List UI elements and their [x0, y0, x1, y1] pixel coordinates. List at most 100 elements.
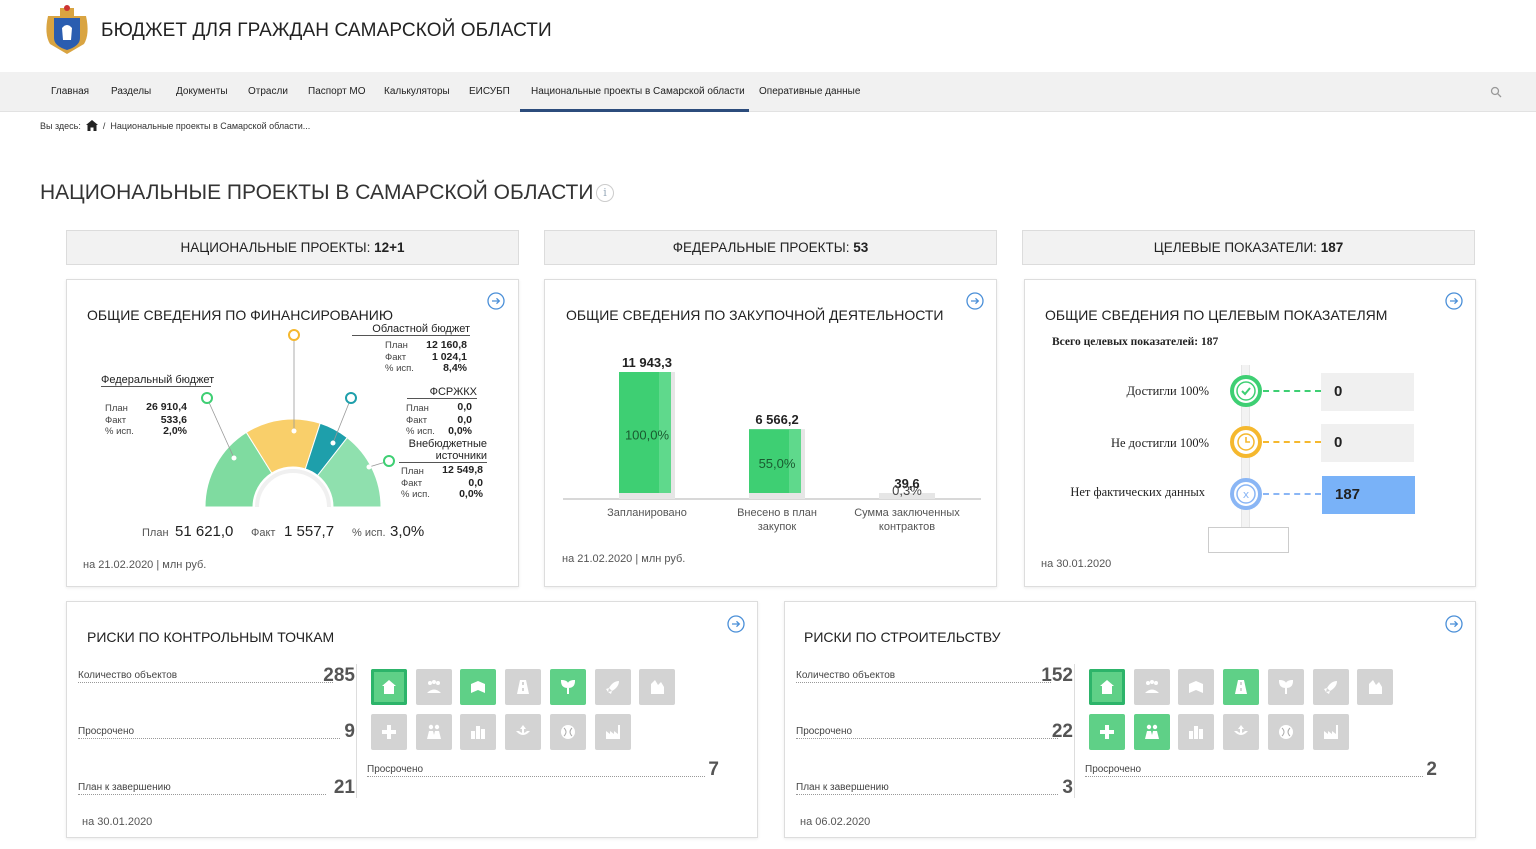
target-label-reached: Достигли 100%	[1126, 384, 1210, 398]
extra-pct: 0,0%	[459, 488, 483, 500]
procurement-card: ОБЩИЕ СВЕДЕНИЯ ПО ЗАКУПОЧНОЙ ДЕЯТЕЛЬНОСТ…	[544, 279, 997, 587]
home-icon	[382, 680, 396, 694]
build-category-industry-button[interactable]	[1312, 713, 1349, 750]
extra-name: Внебюджетные источники	[399, 438, 487, 463]
risks-control-points-card: РИСКИ ПО КОНТРОЛЬНЫМ ТОЧКАМ Количество о…	[66, 601, 758, 838]
cp-category-people-button[interactable]	[415, 669, 452, 705]
arrow-right-circle-icon[interactable]	[1445, 292, 1463, 310]
targets-card: ОБЩИЕ СВЕДЕНИЯ ПО ЦЕЛЕВЫМ ПОКАЗАТЕЛЯМ Вс…	[1024, 279, 1476, 587]
leader-marker-federal[interactable]	[201, 392, 213, 404]
leader-dot	[366, 464, 372, 470]
target-value-box[interactable]: 187	[1322, 476, 1415, 514]
risks-build-count-label: Количество объектов	[796, 670, 896, 681]
cp-category-globe-button[interactable]	[549, 713, 586, 750]
risks-build-plan-label: План к завершению	[796, 782, 889, 793]
federal-plan: 26 910,4	[146, 401, 187, 413]
export-icon	[516, 724, 531, 735]
globe-icon	[560, 724, 575, 739]
stat-label: ФЕДЕРАЛЬНЫЕ ПРОЕКТЫ:	[672, 240, 850, 255]
nav-item-calculators[interactable]: Калькуляторы	[384, 72, 450, 112]
industry-icon	[605, 724, 620, 739]
cp-category-industry-button[interactable]	[594, 713, 631, 750]
stat-federal-projects[interactable]: ФЕДЕРАЛЬНЫЕ ПРОЕКТЫ: 53	[544, 230, 997, 265]
cp-category-rocket-button[interactable]	[594, 669, 631, 705]
nav-item-national-projects[interactable]: Национальные проекты в Самарской области	[531, 72, 745, 112]
stat-label: НАЦИОНАЛЬНЫЕ ПРОЕКТЫ:	[180, 240, 371, 255]
arrow-right-circle-icon[interactable]	[727, 615, 745, 633]
bar-category-label: Внесено в план	[737, 507, 817, 519]
build-category-rocket-button[interactable]	[1312, 669, 1349, 705]
build-category-culture-button[interactable]	[1357, 669, 1394, 705]
total-plan: 51 621,0	[175, 523, 234, 540]
leader-marker-extra[interactable]	[383, 455, 395, 467]
targets-total: Всего целевых показателей: 187	[1052, 336, 1219, 348]
cp-category-culture-button[interactable]	[639, 669, 676, 705]
leader-dot	[291, 428, 297, 434]
nav-item-operational-data[interactable]: Оперативные данные	[759, 72, 860, 112]
bar-value-label: 11 943,3	[622, 355, 672, 370]
nav-item-eisubp[interactable]: ЕИСУБП	[469, 72, 510, 112]
risks-build-title: РИСКИ ПО СТРОИТЕЛЬСТВУ	[804, 629, 1001, 645]
total-pct-label: % исп.	[352, 527, 386, 539]
divider	[1085, 776, 1423, 777]
build-category-family-button[interactable]	[1133, 713, 1170, 750]
cp-category-road-button[interactable]	[505, 669, 542, 705]
cp-category-health-button[interactable]	[371, 713, 407, 750]
divider	[1074, 664, 1075, 798]
nav-item-sections[interactable]: Разделы	[111, 72, 151, 112]
regional-fact-label: Факт	[385, 352, 407, 363]
cp-category-family-button[interactable]	[415, 713, 452, 750]
build-category-globe-button[interactable]	[1267, 713, 1304, 750]
risks-build-overdue: 22	[1051, 721, 1073, 742]
svg-text:x: x	[1243, 488, 1250, 501]
stat-target-indicators[interactable]: ЦЕЛЕВЫЕ ПОКАЗАТЕЛИ: 187	[1022, 230, 1475, 265]
stat-national-projects[interactable]: НАЦИОНАЛЬНЫЕ ПРОЕКТЫ: 12+1	[66, 230, 519, 265]
nav-item-home[interactable]: Главная	[51, 72, 89, 112]
build-category-home-button[interactable]	[1089, 669, 1125, 705]
coat-of-arms-logo[interactable]	[40, 4, 94, 58]
nav-item-documents[interactable]: Документы	[176, 72, 228, 112]
procurement-footer: на 21.02.2020 | млн руб.	[562, 553, 686, 565]
leader-marker-regional[interactable]	[288, 329, 300, 341]
cp-category-export-button[interactable]	[505, 713, 542, 750]
nav-item-industries[interactable]: Отрасли	[248, 72, 288, 112]
divider	[796, 738, 1058, 739]
target-value-box[interactable]: 0	[1321, 373, 1414, 411]
cp-category-ecology-button[interactable]	[549, 669, 586, 705]
breadcrumb-prefix: Вы здесь:	[40, 120, 81, 131]
page-title: НАЦИОНАЛЬНЫЕ ПРОЕКТЫ В САМАРСКОЙ ОБЛАСТИ	[40, 181, 594, 204]
home-icon[interactable]	[85, 120, 98, 131]
build-category-city-button[interactable]	[1178, 713, 1215, 750]
total-pct: 3,0%	[390, 523, 425, 540]
cp-category-home-button[interactable]	[371, 669, 407, 705]
target-connector	[1263, 441, 1321, 443]
bar-category-label: Запланировано	[607, 507, 687, 519]
bar-pct-label: 0,3%	[892, 483, 922, 498]
cp-category-education-button[interactable]	[460, 669, 497, 705]
build-category-people-button[interactable]	[1133, 669, 1170, 705]
risks-build-sel-overdue: 2	[1426, 759, 1437, 780]
stat-value: 187	[1320, 240, 1344, 255]
bar-category-label: Сумма заключенных	[854, 507, 960, 519]
build-category-health-button[interactable]	[1089, 713, 1125, 750]
breadcrumb-current[interactable]: Национальные проекты в Самарской области…	[110, 121, 310, 131]
build-category-export-button[interactable]	[1223, 713, 1260, 750]
site-title[interactable]: БЮДЖЕТ ДЛЯ ГРАЖДАН САМАРСКОЙ ОБЛАСТИ	[101, 20, 552, 42]
build-category-ecology-button[interactable]	[1267, 669, 1304, 705]
risks-cp-footer: на 30.01.2020	[82, 816, 153, 828]
build-category-road-button[interactable]	[1223, 669, 1260, 705]
procurement-bar-chart: 11 943,3100,0%6 566,255,0%39,60,3%Заплан…	[563, 355, 981, 533]
education-icon	[1189, 681, 1204, 693]
build-category-education-button[interactable]	[1178, 669, 1215, 705]
nav-item-mo-passport[interactable]: Паспорт МО	[308, 72, 366, 112]
risks-build-sel-overdue-label: Просрочено	[1085, 764, 1142, 775]
target-label-no-data: Нет фактических данных	[1070, 485, 1205, 499]
extra-fact-label: Факт	[401, 478, 423, 489]
info-icon[interactable]: i	[596, 184, 614, 202]
arrow-right-circle-icon[interactable]	[1445, 615, 1463, 633]
target-value-box[interactable]: 0	[1321, 424, 1414, 462]
cp-category-city-button[interactable]	[460, 713, 497, 750]
search-icon[interactable]	[1490, 86, 1502, 98]
leader-marker-fsr[interactable]	[345, 392, 357, 404]
risks-cp-plan-label: План к завершению	[78, 782, 171, 793]
